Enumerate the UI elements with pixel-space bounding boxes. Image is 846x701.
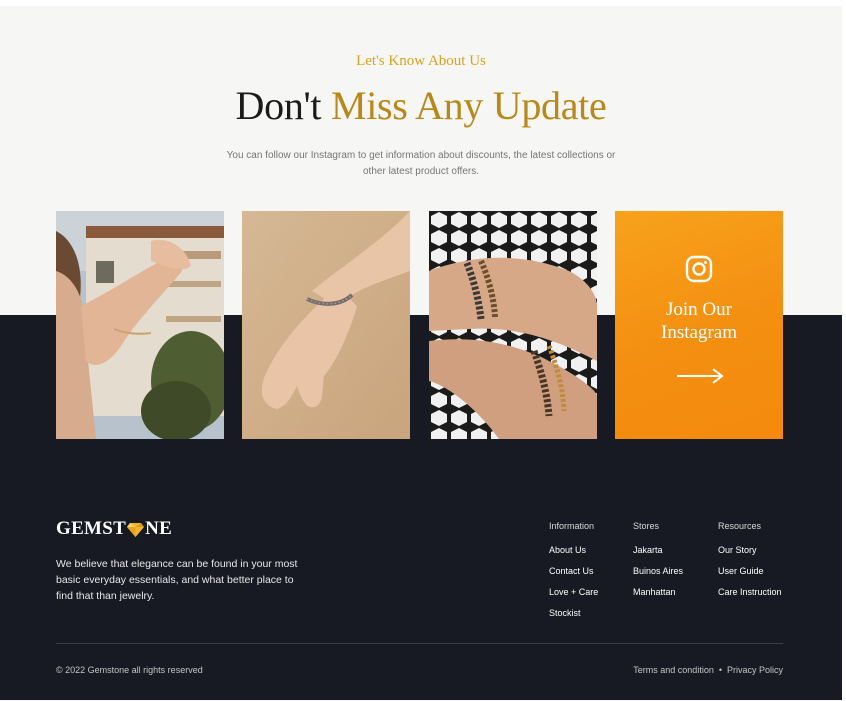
terms-link[interactable]: Terms and condition (633, 665, 714, 675)
footer-column-heading: Resources (718, 521, 762, 531)
woman-with-bracelet-photo[interactable] (56, 211, 224, 439)
brand-logo-left: GEMST (56, 518, 127, 539)
footer-link-our-story[interactable]: Our Story (718, 545, 782, 558)
headline-dark-text: Don't (235, 83, 331, 128)
join-instagram-line1: Join Our (666, 299, 732, 320)
section-eyebrow: Let's Know About Us (356, 53, 486, 69)
footer-column-resources: Resources Our Story User Guide Care Inst… (718, 521, 782, 608)
footer-link-buinos-aires[interactable]: Buinos Aires (633, 566, 683, 579)
join-instagram-title: Join Our Instagram (615, 298, 783, 344)
section-headline: Don't Miss Any Update (0, 82, 842, 129)
footer-link-jakarta[interactable]: Jakarta (633, 545, 683, 558)
section-subtitle: You can follow our Instagram to get info… (226, 150, 616, 177)
top-edge (0, 0, 846, 6)
footer-link-care-instruction[interactable]: Care Instruction (718, 587, 782, 600)
footer-link-about-us[interactable]: About Us (549, 545, 598, 558)
separator-dot: • (718, 665, 722, 675)
footer-link-love-care[interactable]: Love + Care (549, 587, 598, 600)
join-instagram-line2: Instagram (661, 322, 737, 343)
diamond-icon (127, 522, 145, 537)
footer-column-heading: Information (549, 521, 595, 531)
hand-with-bracelet-photo[interactable] (242, 211, 410, 439)
privacy-link[interactable]: Privacy Policy (727, 665, 783, 675)
legal-links: Terms and condition • Privacy Policy (633, 665, 783, 675)
footer-link-user-guide[interactable]: User Guide (718, 566, 782, 579)
brand-logo-right: NE (145, 518, 173, 539)
brand-description: We believe that elegance can be found in… (56, 558, 298, 602)
footer-column-heading: Stores (633, 521, 660, 531)
headline-gold-text: Miss Any Update (330, 83, 607, 128)
right-edge (842, 0, 846, 701)
brand-logo[interactable]: GEMST NE (56, 518, 172, 540)
join-instagram-card[interactable]: Join Our Instagram (615, 211, 783, 439)
instagram-icon (685, 255, 713, 283)
footer-column-information: Information About Us Contact Us Love + C… (549, 521, 598, 629)
footer-link-manhattan[interactable]: Manhattan (633, 587, 683, 600)
footer-divider (56, 643, 783, 644)
beaded-bracelets-photo[interactable] (429, 211, 597, 439)
copyright-text: © 2022 Gemstone all rights reserved (56, 665, 203, 675)
footer-link-stockist[interactable]: Stockist (549, 608, 598, 621)
arrow-right-icon[interactable] (676, 368, 724, 384)
footer-column-stores: Stores Jakarta Buinos Aires Manhattan (633, 521, 683, 608)
page: Let's Know About Us Don't Miss Any Updat… (0, 0, 842, 701)
footer-link-contact-us[interactable]: Contact Us (549, 566, 598, 579)
